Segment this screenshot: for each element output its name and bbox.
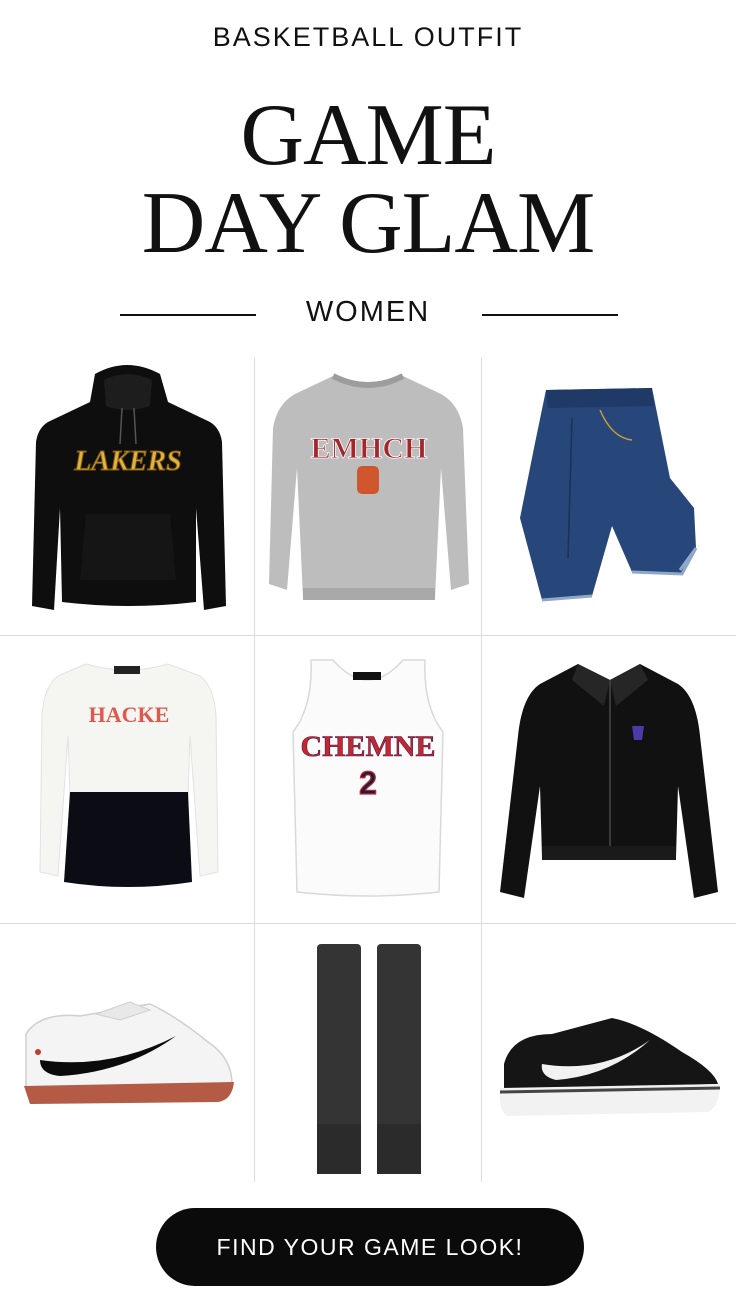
product-jacket[interactable]	[482, 636, 736, 923]
black-sneaker-image	[499, 1018, 721, 1116]
product-sweatshirt[interactable]: EMHCH	[255, 358, 481, 635]
kicker-text: BASKETBALL OUTFIT	[212, 22, 524, 52]
product-grid: LAKERS EMHCH HACKE CHEMNE 2	[0, 358, 736, 1182]
tank-image: CHEMNE 2	[292, 659, 444, 897]
product-hoodie[interactable]: LAKERS	[0, 358, 254, 635]
tank-number: 2	[359, 765, 377, 801]
sweatshirt-image: EMHCH	[269, 373, 469, 600]
sweatshirt-graphic: EMHCH	[311, 432, 428, 465]
top-image: HACKE	[39, 663, 219, 887]
product-black-sneaker[interactable]	[482, 924, 736, 1182]
top-graphic: HACKE	[89, 702, 170, 727]
jacket-image	[500, 664, 718, 898]
hoodie-image: LAKERS	[32, 365, 226, 610]
divider-right	[482, 314, 618, 316]
title-line-1: GAME	[240, 87, 496, 184]
product-top[interactable]: HACKE	[0, 636, 254, 923]
product-jeans[interactable]	[482, 358, 736, 635]
product-tank[interactable]: CHEMNE 2	[255, 636, 481, 923]
jeans-image	[520, 388, 698, 602]
leg-warmers-image	[317, 944, 421, 1174]
title-line-2: DAY GLAM	[141, 175, 595, 272]
subtitle-text: WOMEN	[305, 296, 431, 328]
white-sneaker-image	[24, 1001, 234, 1104]
find-look-button[interactable]: FIND YOUR GAME LOOK!	[156, 1208, 584, 1286]
product-white-sneaker[interactable]	[0, 924, 254, 1182]
tank-graphic: CHEMNE	[301, 730, 436, 763]
hoodie-graphic: LAKERS	[73, 446, 181, 477]
product-leg-warmers[interactable]	[255, 924, 481, 1182]
